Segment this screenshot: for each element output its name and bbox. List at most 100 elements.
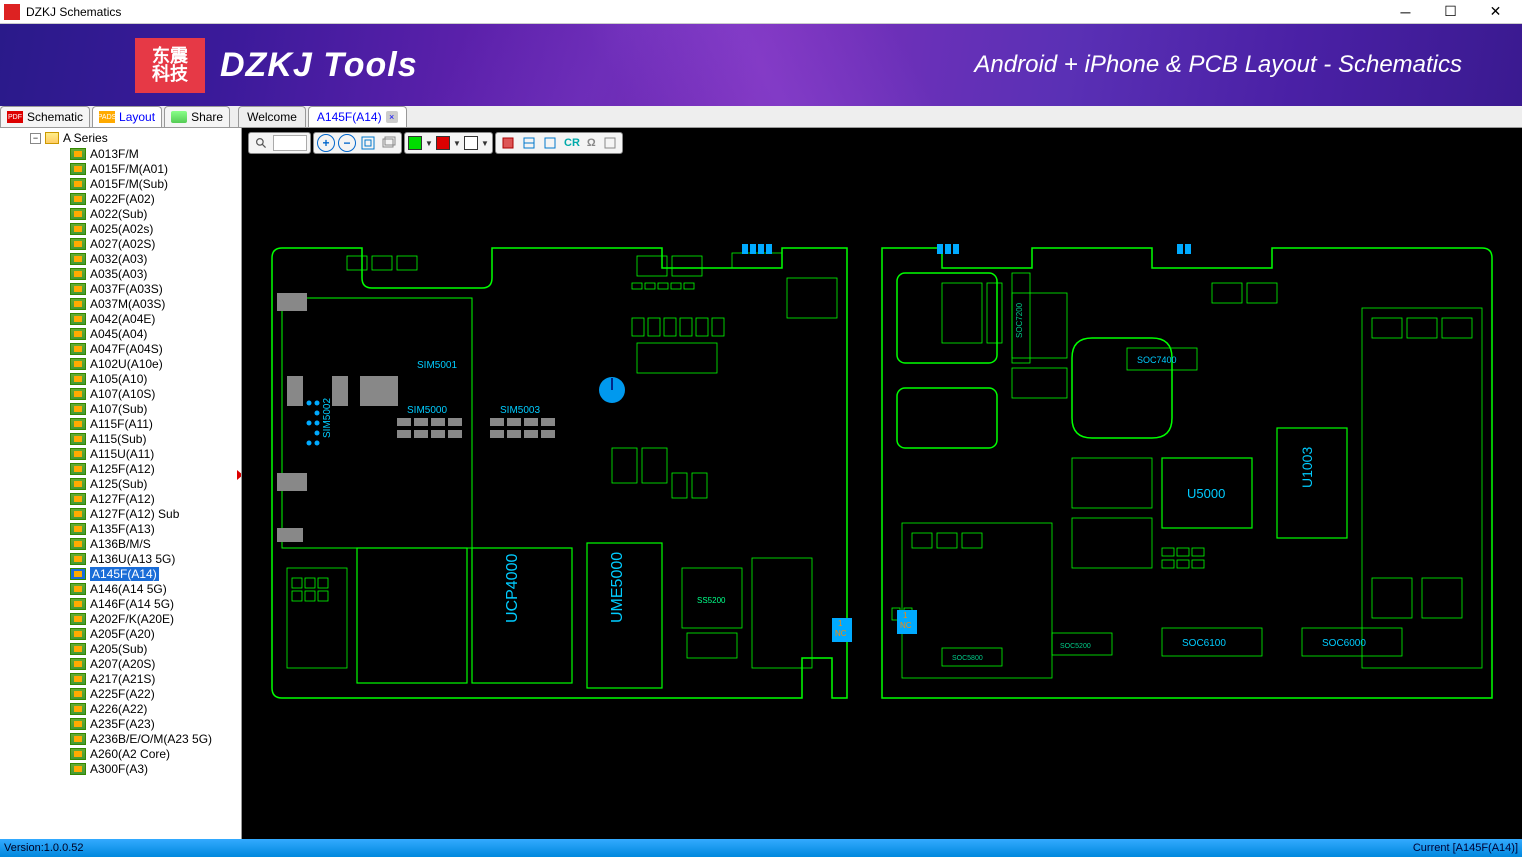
ohm-mode-button[interactable]: Ω (585, 137, 598, 149)
fit-button[interactable] (359, 134, 377, 152)
pads-icon: PADS (99, 111, 115, 123)
tree-item[interactable]: A032(A03) (0, 251, 241, 266)
chip-icon (70, 418, 86, 430)
chip-icon (70, 478, 86, 490)
tree-item-label: A125F(A12) (90, 462, 155, 476)
tree-scroll[interactable]: − A Series A013F/MA015F/M(A01)A015F/M(Su… (0, 128, 241, 839)
tree-item[interactable]: A202F/K(A20E) (0, 611, 241, 626)
tree-item[interactable]: A127F(A12) Sub (0, 506, 241, 521)
tree-item[interactable]: A037M(A03S) (0, 296, 241, 311)
tree-item[interactable]: A135F(A13) (0, 521, 241, 536)
close-button[interactable]: ✕ (1473, 1, 1518, 23)
viewer-toolbar: + − ▼ ▼ ▼ CR Ω (248, 132, 623, 154)
tree-item[interactable]: A015F/M(A01) (0, 161, 241, 176)
minimize-button[interactable]: ─ (1383, 1, 1428, 23)
search-input[interactable] (273, 135, 307, 151)
doc-tab-label: Welcome (247, 110, 297, 124)
pcb-viewer[interactable]: + − ▼ ▼ ▼ CR Ω (242, 128, 1522, 839)
tree-item[interactable]: A035(A03) (0, 266, 241, 281)
tree-item-label: A235F(A23) (90, 717, 155, 731)
tree-item[interactable]: A015F/M(Sub) (0, 176, 241, 191)
chip-icon (70, 193, 86, 205)
tab-share[interactable]: Share (164, 106, 230, 127)
maximize-button[interactable]: ☐ (1428, 1, 1473, 23)
tree-item-label: A107(Sub) (90, 402, 147, 416)
zoom-in-button[interactable]: + (317, 134, 335, 152)
tree-item[interactable]: A105(A10) (0, 371, 241, 386)
tab-strip: PDF Schematic PADS Layout Share Welcome A… (0, 106, 1522, 128)
tree-item[interactable]: A207(A20S) (0, 656, 241, 671)
doc-tab[interactable]: Welcome (238, 106, 306, 127)
tree-item[interactable]: A022F(A02) (0, 191, 241, 206)
tree-item[interactable]: A047F(A04S) (0, 341, 241, 356)
tab-schematic[interactable]: PDF Schematic (0, 106, 90, 127)
tree-item[interactable]: A236B/E/O/M(A23 5G) (0, 731, 241, 746)
tree-item[interactable]: A022(Sub) (0, 206, 241, 221)
tree-item[interactable]: A102U(A10e) (0, 356, 241, 371)
tree-item-label: A236B/E/O/M(A23 5G) (90, 732, 212, 746)
tab-layout[interactable]: PADS Layout (92, 106, 162, 127)
tree-item[interactable]: A125F(A12) (0, 461, 241, 476)
tree-item[interactable]: A300F(A3) (0, 761, 241, 776)
tool-c-button[interactable] (541, 134, 559, 152)
zoom-out-button[interactable]: − (338, 134, 356, 152)
pcb-canvas[interactable]: SIM5001 SIM5002 SIM5000 SIM5003 UCP4000 … (242, 128, 1522, 839)
svg-text:NC: NC (835, 629, 847, 638)
color-white[interactable] (464, 136, 478, 150)
brand-logo: 东震 科技 (135, 38, 205, 93)
tree-item[interactable]: A217(A21S) (0, 671, 241, 686)
tree-item[interactable]: A226(A22) (0, 701, 241, 716)
close-tab-icon[interactable]: × (386, 111, 398, 123)
chip-icon (70, 403, 86, 415)
tree-item[interactable]: A115U(A11) (0, 446, 241, 461)
tree-item[interactable]: A107(A10S) (0, 386, 241, 401)
tree-item[interactable]: A115(Sub) (0, 431, 241, 446)
tree-item[interactable]: A025(A02s) (0, 221, 241, 236)
model-tree-sidebar: − A Series A013F/MA015F/M(A01)A015F/M(Su… (0, 128, 242, 839)
tree-item[interactable]: A115F(A11) (0, 416, 241, 431)
tree-item[interactable]: A146F(A14 5G) (0, 596, 241, 611)
chip-icon (70, 223, 86, 235)
tree-item-label: A300F(A3) (90, 762, 148, 776)
layers-button[interactable] (380, 134, 398, 152)
tree-item[interactable]: A027(A02S) (0, 236, 241, 251)
tree-item[interactable]: A013F/M (0, 146, 241, 161)
tree-item[interactable]: A205(Sub) (0, 641, 241, 656)
label-ucp4000: UCP4000 (504, 554, 521, 623)
search-button[interactable] (252, 134, 270, 152)
tree-item[interactable]: A107(Sub) (0, 401, 241, 416)
tree-item[interactable]: A127F(A12) (0, 491, 241, 506)
status-bar: Version:1.0.0.52 Current [A145F(A14)] (0, 839, 1522, 857)
tree-item[interactable]: A235F(A23) (0, 716, 241, 731)
collapse-icon[interactable]: − (30, 133, 41, 144)
chip-icon (70, 313, 86, 325)
color-green[interactable] (408, 136, 422, 150)
color-red[interactable] (436, 136, 450, 150)
tree-item-label: A127F(A12) Sub (90, 507, 179, 521)
tree-item[interactable]: A125(Sub) (0, 476, 241, 491)
tree-root-node[interactable]: − A Series (0, 130, 241, 146)
tool-a-button[interactable] (499, 134, 517, 152)
tool-d-button[interactable] (601, 134, 619, 152)
pdf-icon: PDF (7, 111, 23, 123)
label-soc5800: SOC5800 (952, 655, 983, 662)
dropdown-icon[interactable]: ▼ (425, 139, 433, 148)
tree-item[interactable]: A037F(A03S) (0, 281, 241, 296)
label-sim5002: SIM5002 (322, 398, 333, 438)
tree-item-label: A115(Sub) (90, 432, 146, 446)
dropdown-icon[interactable]: ▼ (481, 139, 489, 148)
tree-item[interactable]: A260(A2 Core) (0, 746, 241, 761)
tree-item[interactable]: A205F(A20) (0, 626, 241, 641)
tree-item[interactable]: A045(A04) (0, 326, 241, 341)
tree-item[interactable]: A042(A04E) (0, 311, 241, 326)
tree-item[interactable]: A136B/M/S (0, 536, 241, 551)
cr-mode-button[interactable]: CR (562, 137, 582, 149)
tool-b-button[interactable] (520, 134, 538, 152)
tree-item[interactable]: A145F(A14) (0, 566, 241, 581)
tree-item[interactable]: A225F(A22) (0, 686, 241, 701)
dropdown-icon[interactable]: ▼ (453, 139, 461, 148)
label-nc1: 1 (838, 619, 843, 628)
tree-item[interactable]: A136U(A13 5G) (0, 551, 241, 566)
tree-item[interactable]: A146(A14 5G) (0, 581, 241, 596)
doc-tab[interactable]: A145F(A14)× (308, 106, 407, 127)
